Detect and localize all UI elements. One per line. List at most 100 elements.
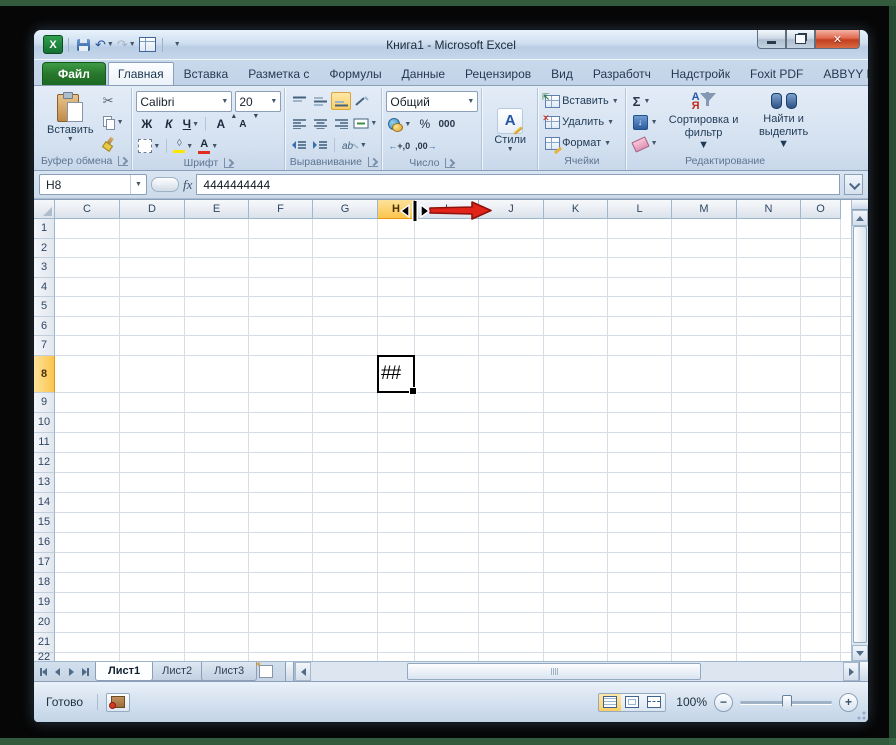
orientation-button[interactable] <box>352 92 372 110</box>
fill-color-button[interactable]: ◊ ▼ <box>171 137 195 155</box>
align-center-button[interactable] <box>310 114 330 132</box>
comma-style-button[interactable]: 000 <box>436 115 457 133</box>
fill-button[interactable]: ↓▼ <box>630 113 661 131</box>
row-header[interactable]: 4 <box>34 278 55 298</box>
cut-button[interactable]: ✂ <box>100 92 127 110</box>
ribbon-tab[interactable]: Файл <box>42 62 106 85</box>
insert-function-button[interactable]: fx <box>183 177 192 193</box>
row-header[interactable]: 7 <box>34 336 55 356</box>
record-macro-button[interactable] <box>106 693 130 712</box>
font-family-combo[interactable]: Calibri▼ <box>136 91 232 112</box>
column-header[interactable]: M <box>672 200 737 219</box>
horizontal-scroll-track[interactable] <box>311 663 843 680</box>
zoom-slider-thumb[interactable] <box>782 695 792 711</box>
dialog-launcher-icon[interactable] <box>445 158 455 168</box>
row-header[interactable]: 17 <box>34 553 55 573</box>
paste-button[interactable]: Вставить ▼ <box>41 90 100 153</box>
row-header[interactable]: 19 <box>34 593 55 613</box>
ribbon-tab[interactable]: Вставка <box>174 62 239 85</box>
row-header[interactable]: 15 <box>34 513 55 533</box>
format-cells-button[interactable]: Формат▼ <box>542 134 622 152</box>
percent-style-button[interactable]: % <box>414 115 435 133</box>
increase-indent-button[interactable] <box>310 136 330 154</box>
column-header[interactable]: D <box>120 200 185 219</box>
chevron-down-icon[interactable]: ▼ <box>130 175 146 194</box>
maximize-button[interactable] <box>786 30 815 49</box>
decrease-decimal-button[interactable]: ,00→ <box>413 137 439 155</box>
accounting-format-button[interactable]: ▼ <box>386 115 413 133</box>
row-header[interactable]: 3 <box>34 258 55 278</box>
vertical-scroll-thumb[interactable] <box>853 226 867 643</box>
number-format-combo[interactable]: Общий▼ <box>386 91 478 112</box>
close-button[interactable]: ✕ <box>815 30 860 49</box>
format-painter-button[interactable] <box>100 134 127 152</box>
row-header[interactable]: 20 <box>34 613 55 633</box>
ribbon-tab[interactable]: Формулы <box>319 62 391 85</box>
dialog-launcher-icon[interactable] <box>224 158 234 168</box>
ribbon-tab[interactable]: Надстройк <box>661 62 740 85</box>
dialog-launcher-icon[interactable] <box>118 156 128 166</box>
horizontal-scrollbar[interactable] <box>294 662 868 681</box>
column-header[interactable]: L <box>608 200 672 219</box>
undo-button[interactable]: ↶▼ <box>95 36 114 54</box>
ribbon-tab[interactable]: Вид <box>541 62 583 85</box>
select-all-corner[interactable] <box>34 200 55 219</box>
sheet-tab[interactable]: Лист2 <box>149 662 205 681</box>
column-header[interactable]: K <box>544 200 608 219</box>
column-header[interactable]: N <box>737 200 801 219</box>
align-right-button[interactable] <box>331 114 351 132</box>
customize-qat-button[interactable]: ▼ <box>168 36 186 54</box>
wrap-text-button[interactable]: ab▼ <box>339 136 369 154</box>
fill-handle[interactable] <box>409 387 417 395</box>
ribbon-tab[interactable]: ABBYY PDF <box>813 62 868 85</box>
save-button[interactable] <box>74 36 92 54</box>
row-header[interactable]: 5 <box>34 297 55 317</box>
row-header[interactable]: 9 <box>34 393 55 413</box>
insert-cells-button[interactable]: ⇱Вставить▼ <box>542 92 622 110</box>
italic-button[interactable]: К <box>158 115 179 133</box>
scroll-left-button[interactable] <box>295 662 311 681</box>
merge-center-button[interactable]: ▼ <box>352 114 378 132</box>
increase-decimal-button[interactable]: ←+,0 <box>386 137 412 155</box>
shrink-font-button[interactable]: А▼ <box>232 115 253 133</box>
page-layout-view-button[interactable] <box>621 694 643 711</box>
next-sheet-button[interactable] <box>65 665 78 678</box>
bold-button[interactable]: Ж <box>136 115 157 133</box>
expand-formula-bar-button[interactable] <box>844 174 863 195</box>
column-header[interactable]: O <box>801 200 841 219</box>
scroll-down-button[interactable] <box>852 645 868 661</box>
page-break-view-button[interactable] <box>643 694 665 711</box>
column-header[interactable]: F <box>249 200 313 219</box>
row-header[interactable]: 12 <box>34 453 55 473</box>
row-header[interactable]: 13 <box>34 473 55 493</box>
row-header[interactable]: 8 <box>34 356 55 393</box>
vertical-split-handle[interactable] <box>852 200 868 210</box>
scroll-right-button[interactable] <box>843 662 859 681</box>
autosum-button[interactable]: Σ▼ <box>630 92 661 110</box>
normal-view-button[interactable] <box>599 694 621 711</box>
font-color-button[interactable]: А ▼ <box>196 137 220 155</box>
grow-font-button[interactable]: А▲ <box>210 115 231 133</box>
horizontal-split-handle[interactable] <box>859 662 868 681</box>
ribbon-tab[interactable]: Foxit PDF <box>740 62 813 85</box>
align-top-button[interactable] <box>289 92 309 110</box>
table-view-button[interactable] <box>139 36 157 54</box>
align-left-button[interactable] <box>289 114 309 132</box>
active-cell[interactable]: ## <box>377 355 415 393</box>
ribbon-tab[interactable]: Разметка с <box>238 62 319 85</box>
sheet-tab[interactable]: Лист1 <box>95 662 153 681</box>
row-header[interactable]: 2 <box>34 239 55 259</box>
clear-button[interactable]: ▼ <box>630 134 661 152</box>
formula-input[interactable]: 4444444444 <box>196 174 840 195</box>
vertical-scrollbar[interactable] <box>851 200 868 661</box>
zoom-slider[interactable] <box>740 701 832 704</box>
row-header[interactable]: 16 <box>34 533 55 553</box>
sheet-tab[interactable]: Лист3 <box>201 662 257 681</box>
row-header[interactable]: 11 <box>34 433 55 453</box>
cells-grid[interactable]: ## <box>55 219 851 661</box>
decrease-indent-button[interactable] <box>289 136 309 154</box>
ribbon-tab[interactable]: Данные <box>392 62 455 85</box>
previous-sheet-button[interactable] <box>51 665 64 678</box>
last-sheet-button[interactable] <box>79 665 92 678</box>
row-header[interactable]: 21 <box>34 633 55 653</box>
